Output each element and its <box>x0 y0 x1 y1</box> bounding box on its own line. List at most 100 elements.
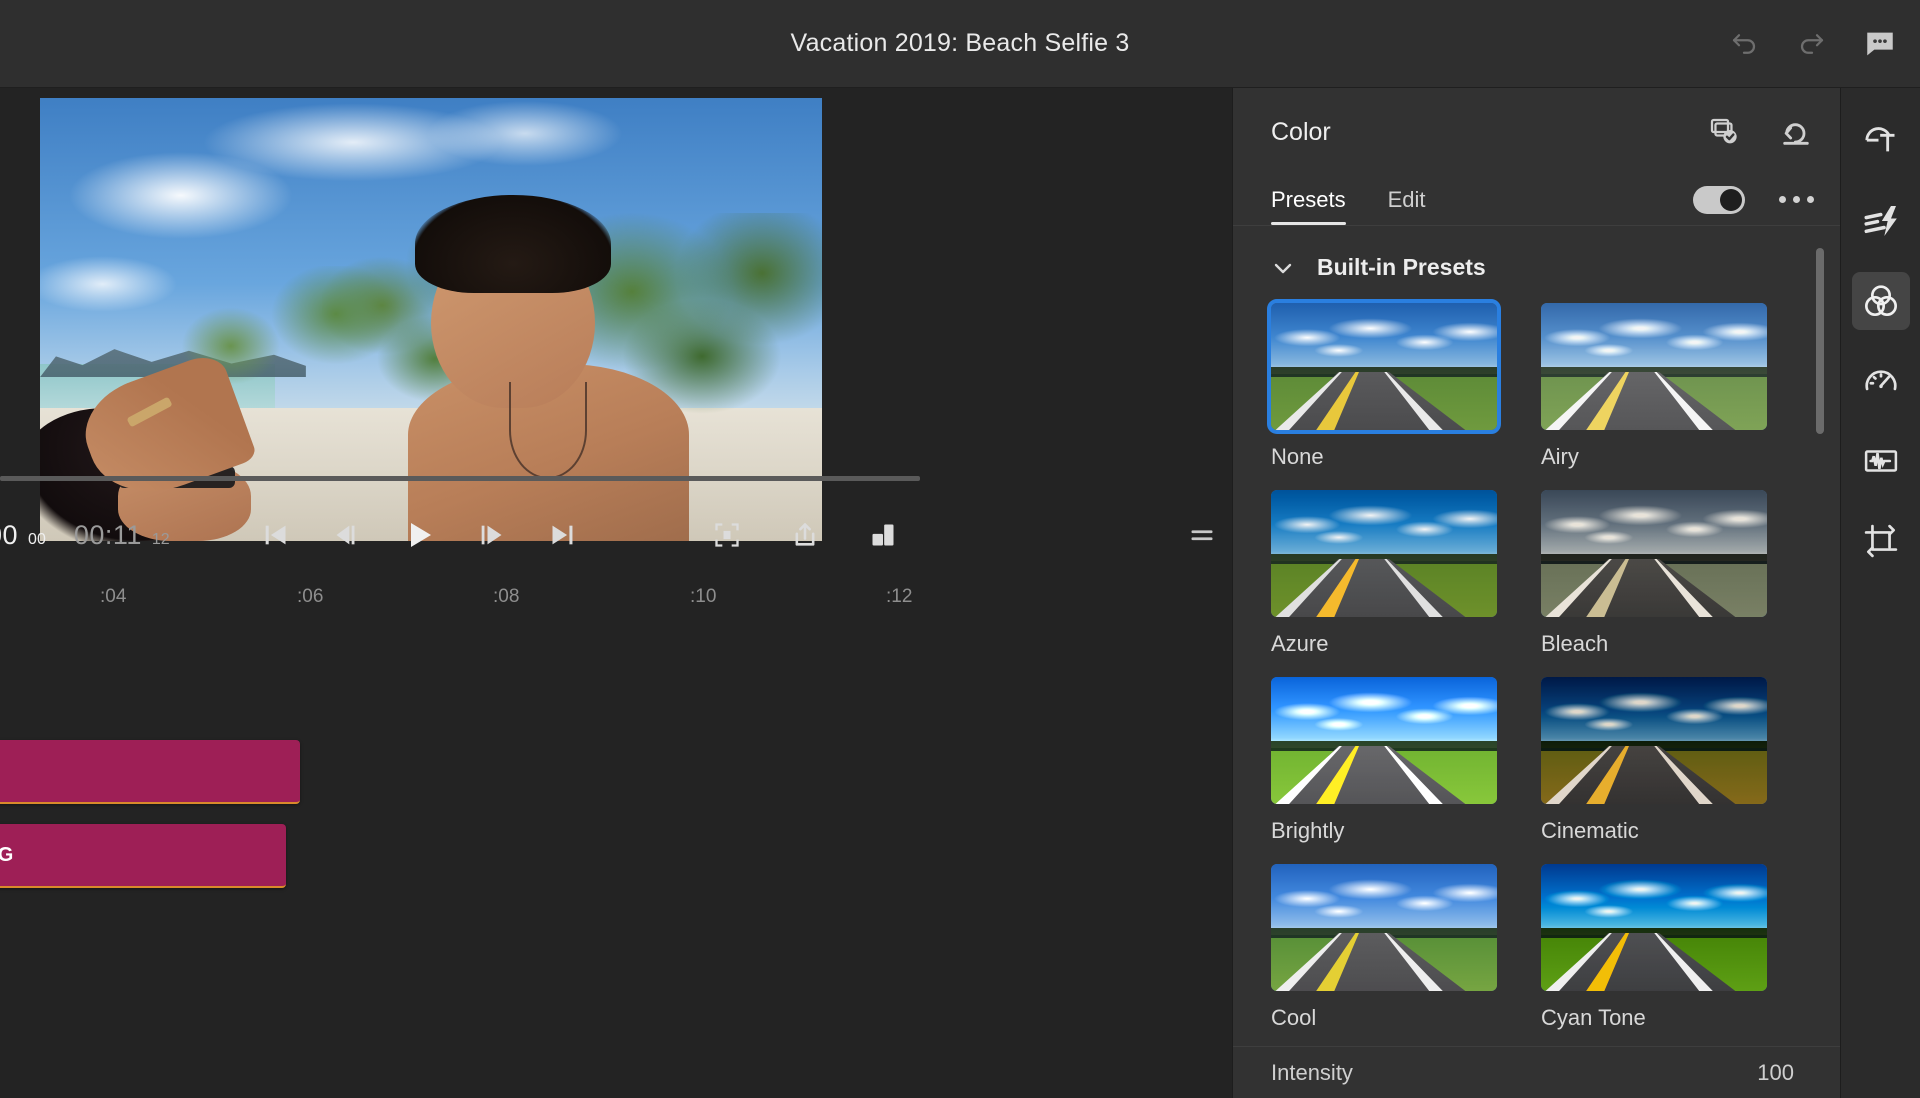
thumb-clouds <box>1271 310 1497 370</box>
split-icon[interactable] <box>866 518 900 552</box>
step-forward-button[interactable] <box>474 518 508 552</box>
preset-thumbnail[interactable] <box>1541 490 1767 617</box>
preset-image <box>1541 677 1767 804</box>
preset-label: None <box>1271 444 1324 469</box>
preset-label: Brightly <box>1271 818 1345 843</box>
built-in-presets-section-header[interactable]: Built-in Presets <box>1271 254 1840 281</box>
thumb-clouds <box>1271 497 1497 557</box>
scrub-row <box>0 470 1232 492</box>
preset-image <box>1541 864 1767 991</box>
color-panel-title: Color <box>1271 117 1331 146</box>
rail-title-tool[interactable] <box>1852 112 1910 170</box>
go-to-end-button[interactable] <box>546 518 580 552</box>
preset-none[interactable]: None <box>1267 299 1501 470</box>
preset-brightly[interactable]: Brightly <box>1271 677 1497 844</box>
reset-color-icon[interactable] <box>1778 114 1814 150</box>
preset-thumbnail[interactable] <box>1541 677 1767 804</box>
title-bar: Vacation 2019: Beach Selfie 3 <box>0 0 1920 88</box>
playhead-scrubber[interactable] <box>0 476 920 481</box>
preset-thumbnail[interactable] <box>1271 864 1497 991</box>
preset-cyan-tone[interactable]: Cyan Tone <box>1541 864 1767 1031</box>
player-menu-icon[interactable] <box>1185 518 1219 552</box>
ruler-tick: :12 <box>886 586 913 607</box>
fullscreen-icon[interactable] <box>710 518 744 552</box>
preview-area <box>0 88 1232 541</box>
ruler-tick: :10 <box>690 586 717 607</box>
presets-scroll-area[interactable]: Built-in Presets None Airy Azure Bleach … <box>1233 226 1840 1046</box>
rail-audio-tool[interactable] <box>1852 432 1910 490</box>
presets-scrollbar-thumb[interactable] <box>1816 248 1824 434</box>
redo-icon[interactable] <box>1792 24 1832 64</box>
intensity-label: Intensity <box>1271 1059 1353 1085</box>
more-options-icon[interactable] <box>1779 196 1814 203</box>
preset-label: Cyan Tone <box>1541 1005 1646 1030</box>
preset-label: Cool <box>1271 1005 1317 1030</box>
preset-label: Bleach <box>1541 631 1609 656</box>
preview-subject-necklace <box>509 381 588 479</box>
preset-thumbnail[interactable] <box>1267 299 1501 434</box>
step-back-button[interactable] <box>330 518 364 552</box>
thumb-clouds <box>1541 871 1767 931</box>
share-icon[interactable] <box>788 518 822 552</box>
timeline-ruler[interactable]: :04 :06 :08 :10 :12 <box>0 578 1232 624</box>
chevron-down-icon <box>1274 263 1292 273</box>
tab-presets[interactable]: Presets <box>1271 174 1346 225</box>
ruler-tick: :04 <box>100 586 127 607</box>
preset-image <box>1541 303 1767 430</box>
editor-area: 00 00 00:11 12 <box>0 88 1232 1098</box>
presets-grid: None Airy Azure Bleach Brightly Cinemati… <box>1267 299 1840 1046</box>
title-clip-2-label: LOG <box>0 844 13 867</box>
preset-airy[interactable]: Airy <box>1541 303 1767 470</box>
rail-crop-tool[interactable] <box>1852 512 1910 570</box>
preset-image <box>1541 490 1767 617</box>
ruler-tick: :08 <box>493 586 520 607</box>
preset-thumbnail[interactable] <box>1541 303 1767 430</box>
preset-thumbnail[interactable] <box>1541 864 1767 991</box>
page-title: Vacation 2019: Beach Selfie 3 <box>790 29 1130 57</box>
tab-presets-label: Presets <box>1271 186 1346 212</box>
preset-cool[interactable]: Cool <box>1271 864 1497 1031</box>
go-to-start-button[interactable] <box>258 518 292 552</box>
built-in-presets-title: Built-in Presets <box>1317 254 1486 280</box>
color-panel-header-actions <box>1706 114 1814 150</box>
tabs-right-controls <box>1693 185 1814 214</box>
app-body: 00 00 00:11 12 <box>0 88 1920 1098</box>
tab-edit[interactable]: Edit <box>1388 174 1426 225</box>
rail-transitions-tool[interactable] <box>1852 192 1910 250</box>
preset-image <box>1271 490 1497 617</box>
transport-bar: 00 00 00:11 12 <box>0 492 1232 578</box>
player-tools <box>710 518 900 552</box>
title-clip-2[interactable]: LOG <box>0 824 286 888</box>
preset-image <box>1271 864 1497 991</box>
preview-subject-hair <box>415 195 611 293</box>
preset-image <box>1271 303 1497 430</box>
undo-icon[interactable] <box>1724 24 1764 64</box>
title-clip-1[interactable] <box>0 740 300 804</box>
rail-speed-tool[interactable] <box>1852 352 1910 410</box>
preset-azure[interactable]: Azure <box>1271 490 1497 657</box>
color-panel: Color Presets Edit Built-in Presets None… <box>1232 88 1840 1098</box>
enable-color-toggle[interactable] <box>1693 185 1745 214</box>
thumb-clouds <box>1541 310 1767 370</box>
presets-scrollbar[interactable] <box>1816 248 1824 878</box>
apply-to-all-clips-icon[interactable] <box>1706 114 1742 150</box>
preset-cinematic[interactable]: Cinematic <box>1541 677 1767 844</box>
intensity-value[interactable]: 100 <box>1757 1060 1794 1086</box>
thumb-clouds <box>1271 684 1497 744</box>
rail-color-tool[interactable] <box>1851 272 1910 330</box>
preset-thumbnail[interactable] <box>1271 677 1497 804</box>
preset-thumbnail[interactable] <box>1271 490 1497 617</box>
play-button[interactable] <box>402 518 436 552</box>
timeline[interactable]: LOG <box>0 624 1232 1098</box>
tool-rail <box>1840 88 1920 1098</box>
ruler-tick: :06 <box>297 586 324 607</box>
thumb-clouds <box>1541 684 1767 744</box>
intensity-row[interactable]: Intensity 100 <box>1233 1046 1840 1098</box>
preset-label: Azure <box>1271 631 1329 656</box>
tab-edit-label: Edit <box>1387 186 1426 212</box>
comments-icon[interactable] <box>1860 24 1900 64</box>
preset-bleach[interactable]: Bleach <box>1541 490 1767 657</box>
current-frames: 00 <box>28 530 46 548</box>
duration-time: 00:11 <box>73 519 142 550</box>
video-editor-app: Vacation 2019: Beach Selfie 3 0 00 00:11… <box>0 0 1920 1098</box>
